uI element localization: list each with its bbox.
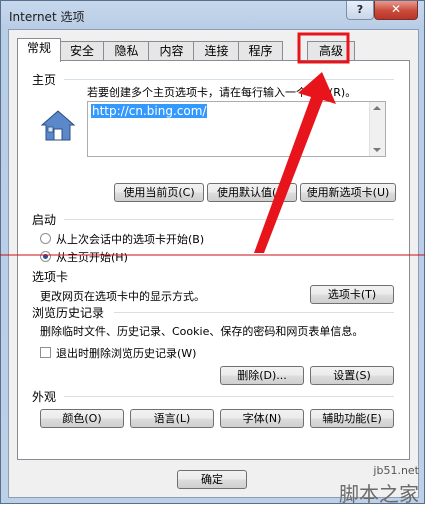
appearance-divider (64, 396, 394, 397)
use-current-button[interactable]: 使用当前页(C) (114, 183, 204, 202)
general-tab-panel: 主页 若要创建多个主页选项卡，请在每行输入一个地址(R)。 http://cn.… (17, 60, 410, 460)
tab-privacy[interactable]: 隐私 (103, 41, 150, 61)
use-default-button[interactable]: 使用默认值(F) (207, 183, 297, 202)
delete-on-exit-label[interactable]: 退出时删除浏览历史记录(W) (56, 345, 196, 361)
scroll-up-icon (373, 106, 381, 110)
home-page-url: http://cn.bing.com/ (91, 104, 208, 118)
history-section-label: 浏览历史记录 (32, 306, 105, 320)
tab-general[interactable]: 常规 (17, 38, 61, 62)
tabs-description: 更改网页在选项卡中的显示方式。 (40, 290, 205, 303)
tab-programs[interactable]: 程序 (238, 41, 283, 61)
fonts-button[interactable]: 字体(N) (220, 409, 304, 428)
languages-button[interactable]: 语言(L) (130, 409, 214, 428)
home-icon (40, 110, 76, 141)
scroll-down-icon (373, 148, 381, 152)
home-section-label: 主页 (32, 73, 57, 87)
internet-options-window: Internet 选项 ? ✕ 常规 安全 隐私 内容 连接 程序 高级 主页 … (0, 0, 425, 504)
accessibility-button[interactable]: 辅助功能(E) (310, 409, 394, 428)
startup-divider (64, 219, 394, 220)
use-new-tab-button[interactable]: 使用新选项卡(U) (300, 183, 396, 202)
startup-section-label: 启动 (32, 213, 57, 227)
window-title: Internet 选项 (9, 10, 85, 24)
tab-security[interactable]: 安全 (59, 41, 105, 61)
startup-last-session-radio[interactable] (40, 233, 51, 244)
history-settings-button[interactable]: 设置(S) (310, 366, 394, 385)
tab-advanced[interactable]: 高级 (307, 41, 355, 61)
history-description: 删除临时文件、历史记录、Cookie、保存的密码和网页表单信息。 (40, 325, 364, 338)
tab-connections[interactable]: 连接 (193, 41, 240, 61)
delete-history-button[interactable]: 删除(D)... (220, 366, 304, 385)
tabs-settings-button[interactable]: 选项卡(T) (310, 285, 394, 304)
url-scrollbar[interactable] (369, 102, 385, 156)
watermark-site: 脚本之家 (339, 482, 419, 506)
ok-button[interactable]: 确定 (177, 470, 247, 489)
startup-home-radio[interactable] (40, 251, 51, 262)
appearance-section-label: 外观 (32, 390, 57, 404)
dialog-body: 常规 安全 隐私 内容 连接 程序 高级 主页 若要创建多个主页选项卡，请在每行… (8, 29, 419, 498)
tabs-section-label: 选项卡 (32, 270, 69, 284)
home-page-url-field[interactable]: http://cn.bing.com/ (87, 101, 386, 157)
tab-content[interactable]: 内容 (148, 41, 195, 61)
title-bar: Internet 选项 ? ✕ (1, 1, 424, 29)
history-divider (114, 312, 394, 313)
home-divider (64, 79, 394, 80)
colors-button[interactable]: 颜色(O) (40, 409, 124, 428)
startup-home-label[interactable]: 从主页开始(H) (56, 249, 128, 265)
home-description: 若要创建多个主页选项卡，请在每行输入一个地址(R)。 (87, 86, 357, 99)
delete-on-exit-checkbox[interactable] (40, 347, 51, 358)
startup-last-session-label[interactable]: 从上次会话中的选项卡开始(B) (56, 231, 204, 247)
watermark-url: jb51.net (373, 464, 419, 477)
help-button[interactable]: ? (346, 1, 374, 20)
close-button[interactable]: ✕ (374, 1, 418, 20)
